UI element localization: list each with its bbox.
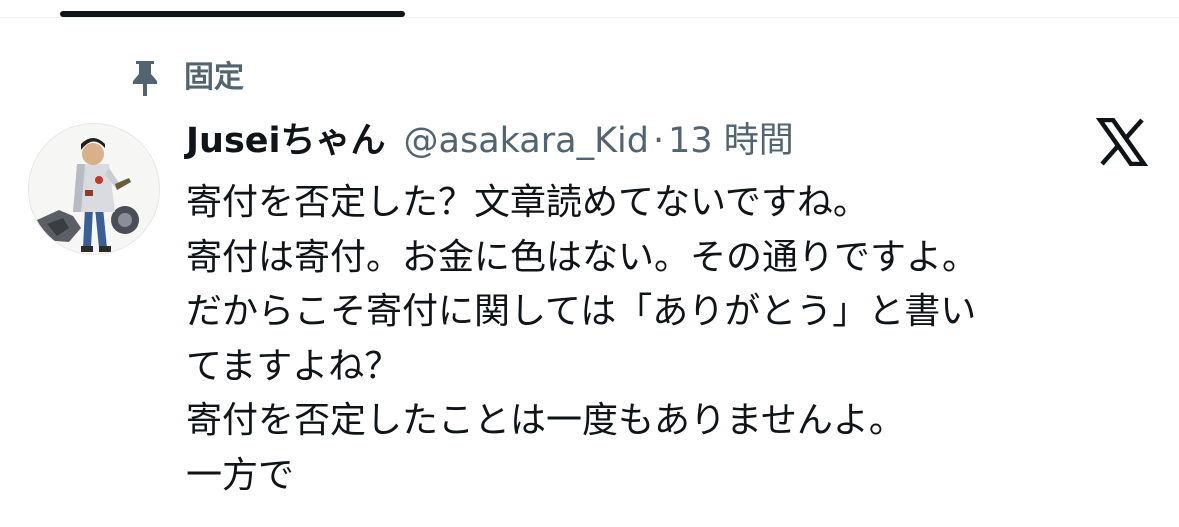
tweet-header: Juseiちゃん @asakara_Kid · 13 時間	[186, 115, 794, 167]
tab-divider	[0, 17, 1179, 18]
tweet-body: 寄付を否定した？文章読めてないですね。 寄付は寄付。お金に色はない。その通りです…	[186, 176, 1171, 503]
avatar[interactable]	[28, 123, 160, 255]
tweet-body-line: てますよね？	[186, 345, 401, 387]
separator-dot: ·	[652, 121, 665, 161]
tweet-body-line: だからこそ寄付に関しては「ありがとう」と書い	[186, 291, 977, 332]
user-handle[interactable]: @asakara_Kid	[404, 115, 649, 167]
tweet-timestamp[interactable]: 13 時間	[668, 115, 794, 167]
pinned-label: 固定	[184, 60, 244, 95]
tweet-body-line: 寄付を否定した？文章読めてないですね。	[186, 182, 869, 223]
pinned-label-row: 固定	[128, 58, 244, 98]
tweet-body-line: 寄付は寄付。お金に色はない。その通りですよ。	[186, 236, 979, 278]
display-name[interactable]: Juseiちゃん	[186, 115, 386, 167]
timeline-page: 固定 Juseiちゃん @asakara_Kid · 13 時間 寄付を否定した…	[0, 0, 1179, 527]
pin-icon	[128, 58, 162, 98]
tweet-body-line: 寄付を否定したことは一度もありませんよ。	[186, 400, 905, 441]
x-logo-icon	[1095, 117, 1149, 167]
tweet-body-line: 一方で	[186, 454, 295, 496]
